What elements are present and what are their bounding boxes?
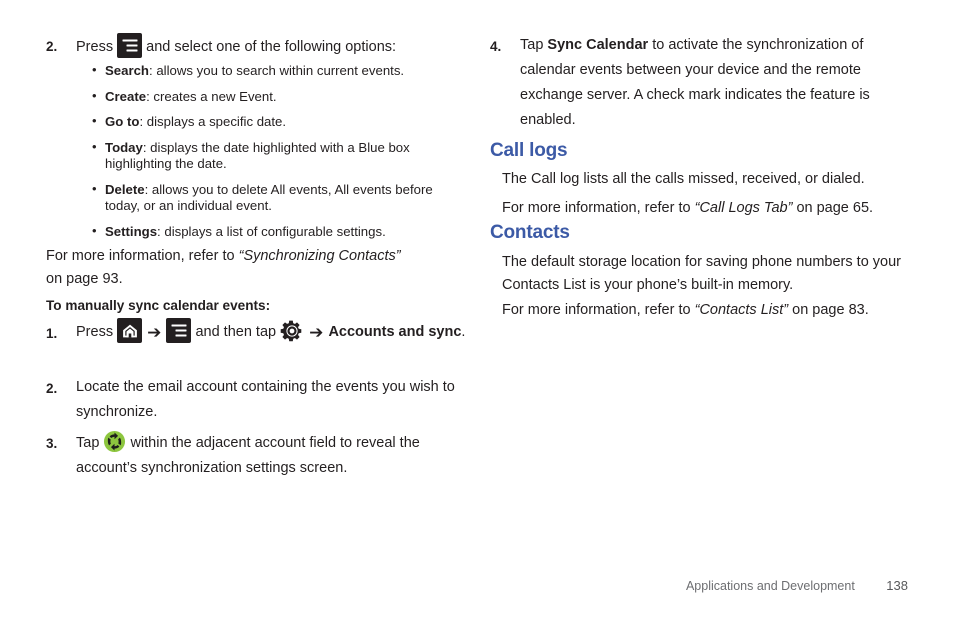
footer-page-number: 138 bbox=[886, 578, 908, 593]
step-number: 3. bbox=[46, 436, 58, 451]
step-body: Locate the email account containing the … bbox=[76, 379, 455, 420]
call-logs-cross-reference: For more information, refer to “Call Log… bbox=[502, 197, 912, 220]
option-term: Go to bbox=[105, 114, 140, 129]
menu-icon bbox=[117, 33, 143, 58]
xref-tail: on page 65. bbox=[796, 200, 874, 216]
option-term: Create bbox=[105, 88, 147, 104]
step-body: Tap Sync Calendar to activate the synchr… bbox=[520, 33, 900, 133]
step-body: Press and select one of the following op… bbox=[76, 33, 466, 60]
manual-sync-subhead: To manually sync calendar events: bbox=[46, 298, 271, 313]
left-step-2b: 2. Locate the email account containing t… bbox=[46, 375, 466, 425]
xref-title: “Call Logs Tab” bbox=[694, 200, 793, 216]
option-term: Search bbox=[105, 63, 149, 78]
footer-section-name: Applications and Development bbox=[685, 579, 855, 593]
xref-tail: on page 83. bbox=[792, 302, 869, 318]
sync-icon bbox=[103, 430, 126, 453]
xref-tail: on page 93. bbox=[46, 271, 123, 287]
step-number: 4. bbox=[490, 39, 502, 54]
menu-icon bbox=[166, 318, 192, 343]
destination-label: Accounts and sync bbox=[328, 324, 462, 340]
option-desc: : allows you to search within current ev… bbox=[149, 63, 405, 78]
step-text-before-icon: Press bbox=[76, 39, 114, 55]
step-text-before-icon: Tap bbox=[76, 435, 100, 451]
xref-title: “Synchronizing Contacts” bbox=[238, 248, 401, 264]
right-step-4: 4. Tap Sync Calendar to activate the syn… bbox=[490, 33, 900, 133]
list-item: Go to: displays a specific date. bbox=[92, 113, 466, 131]
option-term: Delete bbox=[105, 181, 145, 197]
section-heading-contacts: Contacts bbox=[490, 222, 570, 243]
option-desc: : creates a new Event. bbox=[146, 88, 277, 104]
list-item: Delete: allows you to delete All events,… bbox=[92, 181, 466, 215]
contacts-body: The default storage location for saving … bbox=[502, 254, 901, 293]
option-desc: : displays the date highlighted with a B… bbox=[105, 139, 410, 172]
step-number: 2. bbox=[46, 381, 58, 396]
step-number: 2. bbox=[46, 39, 58, 54]
section-heading-call-logs: Call logs bbox=[490, 140, 568, 161]
option-desc: : allows you to delete All events, All e… bbox=[105, 181, 433, 214]
xref-title: “Contacts List” bbox=[694, 302, 789, 318]
contacts-cross-reference: For more information, refer to “Contacts… bbox=[502, 299, 912, 322]
left-cross-reference: For more information, refer to “Synchron… bbox=[46, 245, 406, 291]
list-item: Today: displays the date highlighted wit… bbox=[92, 139, 466, 173]
xref-lead: For more information, refer to bbox=[502, 302, 691, 318]
option-desc: : displays a list of configurable settin… bbox=[157, 223, 386, 239]
step-lead: Tap bbox=[520, 37, 544, 53]
option-term: Settings bbox=[105, 223, 158, 239]
period: . bbox=[461, 324, 466, 340]
list-item: Search: allows you to search within curr… bbox=[92, 62, 466, 80]
manual-page: 2. Press and select one of the following… bbox=[0, 0, 954, 636]
list-item: Create: creates a new Event. bbox=[92, 88, 466, 106]
arrow-right-icon: ➔ bbox=[309, 323, 324, 343]
arrow-right-icon: ➔ bbox=[147, 323, 162, 343]
sync-calendar-term: Sync Calendar bbox=[547, 37, 649, 53]
calendar-options-list: Search: allows you to search within curr… bbox=[92, 62, 466, 249]
left-step-2: 2. Press and select one of the following… bbox=[46, 33, 466, 60]
xref-lead: For more information, refer to bbox=[502, 200, 691, 216]
left-step-3: 3. Tap within the adjacent account field… bbox=[46, 430, 466, 481]
step-body: Tap within the adjacent account field to… bbox=[76, 430, 466, 481]
step-number: 1. bbox=[46, 326, 58, 341]
step-text-after-icon: within the adjacent account field to rev… bbox=[76, 435, 420, 476]
and-then-tap-label: and then tap bbox=[195, 324, 277, 340]
call-logs-body: The Call log lists all the calls missed,… bbox=[502, 171, 865, 187]
press-label: Press bbox=[76, 324, 114, 340]
step-body: Press ➔ and then tap ➔ Accounts and sync… bbox=[76, 318, 466, 347]
option-desc: : displays a specific date. bbox=[139, 114, 287, 129]
xref-lead: For more information, refer to bbox=[46, 248, 235, 264]
step-text-after-icon: and select one of the following options: bbox=[146, 39, 397, 55]
list-item: Settings: displays a list of configurabl… bbox=[92, 223, 466, 241]
option-term: Today bbox=[105, 139, 143, 155]
gear-icon bbox=[280, 319, 304, 343]
left-step-1: 1. Press ➔ and then tap ➔ Accounts and s… bbox=[46, 318, 466, 348]
home-icon bbox=[117, 318, 143, 343]
